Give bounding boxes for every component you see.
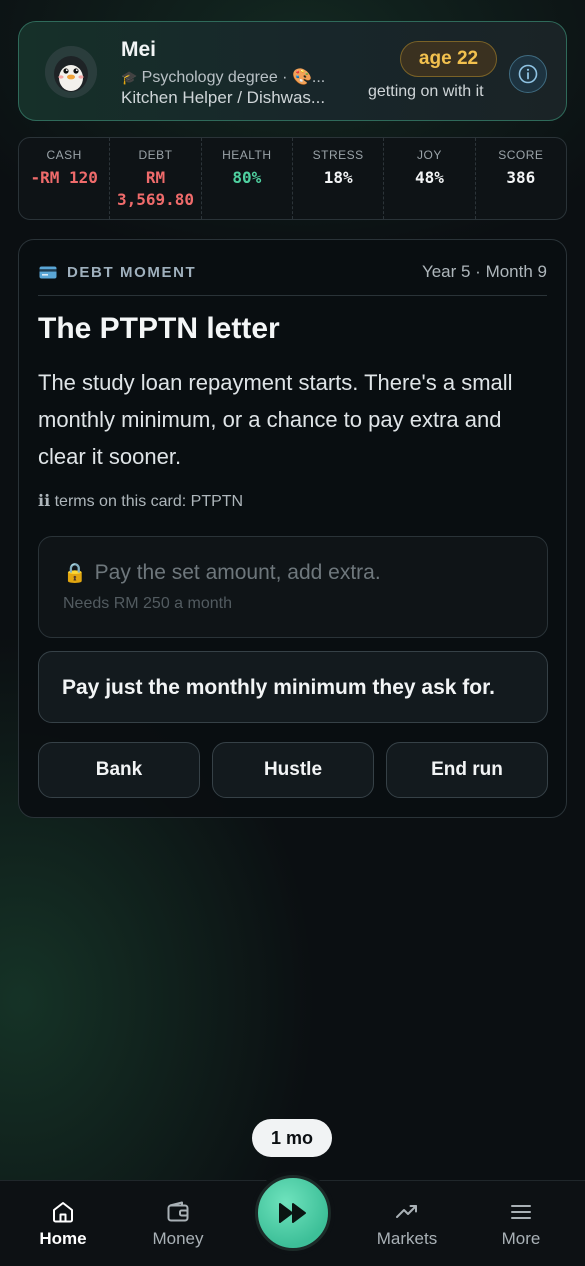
graduation-cap-icon: 🎓 bbox=[121, 70, 138, 85]
nav-markets[interactable]: Markets bbox=[362, 1199, 452, 1249]
stat-joy: JOY 48% bbox=[384, 138, 476, 219]
stats-bar: CASH -RM 120 DEBT RM 3,569.80 HEALTH 80%… bbox=[18, 137, 567, 220]
lock-icon: 🔒 bbox=[63, 563, 87, 584]
avatar bbox=[45, 46, 97, 98]
age-badge: age 22 bbox=[400, 41, 497, 77]
choice-label: Pay just the monthly minimum they ask fo… bbox=[62, 676, 495, 699]
locked-choice-requirement: Needs RM 250 a month bbox=[63, 595, 232, 612]
stat-value: RM 3,569.80 bbox=[116, 168, 195, 209]
event-body: The study loan repayment starts. There's… bbox=[38, 370, 513, 469]
advance-time-button[interactable] bbox=[251, 1171, 335, 1255]
degree-text: Psychology degree · 🎨... bbox=[141, 69, 326, 86]
job-line: Kitchen Helper / Dishwas... bbox=[121, 88, 326, 107]
stat-score: SCORE 386 bbox=[476, 138, 566, 219]
bank-button[interactable]: Bank bbox=[38, 742, 200, 798]
choice-pay-minimum[interactable]: Pay just the monthly minimum they ask fo… bbox=[38, 651, 548, 723]
info-button[interactable] bbox=[509, 55, 547, 93]
event-date: Year 5 · Month 9 bbox=[421, 262, 547, 281]
info-icon bbox=[518, 64, 538, 84]
degree-line: 🎓 Psychology degree · 🎨... bbox=[121, 67, 325, 87]
event-card: DEBT MOMENT Year 5 · Month 9 The PTPTN l… bbox=[18, 239, 567, 818]
nav-label: Markets bbox=[376, 1229, 438, 1248]
end-run-button[interactable]: End run bbox=[386, 742, 548, 798]
profile-card[interactable]: Mei 🎓 Psychology degree · 🎨... Kitchen H… bbox=[18, 21, 567, 121]
stat-label: SCORE bbox=[498, 148, 544, 162]
stat-debt: DEBT RM 3,569.80 bbox=[110, 138, 202, 219]
event-title: The PTPTN letter bbox=[38, 312, 280, 345]
stat-value: 386 bbox=[506, 168, 536, 187]
trend-up-icon bbox=[396, 1205, 417, 1218]
locked-choice-label: Pay the set amount, add extra. bbox=[94, 561, 381, 584]
event-tag: DEBT MOMENT bbox=[39, 264, 196, 281]
age-status: getting on with it bbox=[368, 83, 484, 100]
fast-forward-icon bbox=[279, 1203, 306, 1223]
stat-label: CASH bbox=[46, 148, 82, 162]
nav-more[interactable]: More bbox=[476, 1199, 566, 1249]
stat-value: 48% bbox=[415, 168, 444, 187]
penguin-icon bbox=[45, 46, 97, 98]
divider bbox=[38, 295, 547, 296]
home-icon bbox=[53, 1202, 73, 1223]
menu-icon bbox=[511, 1205, 531, 1219]
nav-money[interactable]: Money bbox=[133, 1199, 223, 1249]
stat-value: 80% bbox=[232, 168, 262, 187]
stat-label: JOY bbox=[417, 148, 442, 162]
action-row: Bank Hustle End run bbox=[38, 742, 548, 798]
event-tag-label: DEBT MOMENT bbox=[67, 264, 197, 281]
stat-value: -RM 120 bbox=[30, 168, 98, 187]
stat-label: DEBT bbox=[138, 148, 173, 162]
nav-label: Home bbox=[39, 1229, 87, 1248]
stat-stress: STRESS 18% bbox=[293, 138, 385, 219]
stat-value: 18% bbox=[323, 168, 353, 187]
player-name: Mei bbox=[121, 38, 157, 61]
locked-choice-line: 🔒 Pay the set amount, add extra. bbox=[63, 561, 381, 585]
wallet-icon bbox=[167, 1201, 189, 1222]
stat-label: STRESS bbox=[312, 148, 364, 162]
stat-health: HEALTH 80% bbox=[202, 138, 293, 219]
choice-locked: 🔒 Pay the set amount, add extra. Needs R… bbox=[38, 536, 548, 638]
nav-label: Money bbox=[152, 1229, 204, 1248]
nav-home[interactable]: Home bbox=[18, 1199, 108, 1249]
hustle-button[interactable]: Hustle bbox=[212, 742, 374, 798]
event-terms[interactable]: ℹ︎ℹ︎ terms on this card: PTPTN bbox=[38, 491, 243, 511]
speed-selector[interactable]: 1 mo bbox=[252, 1119, 332, 1157]
credit-card-icon bbox=[39, 266, 57, 279]
advance-time-inner bbox=[255, 1175, 331, 1251]
stat-cash: CASH -RM 120 bbox=[19, 138, 111, 219]
nav-label: More bbox=[501, 1229, 541, 1248]
stat-label: HEALTH bbox=[222, 148, 272, 162]
